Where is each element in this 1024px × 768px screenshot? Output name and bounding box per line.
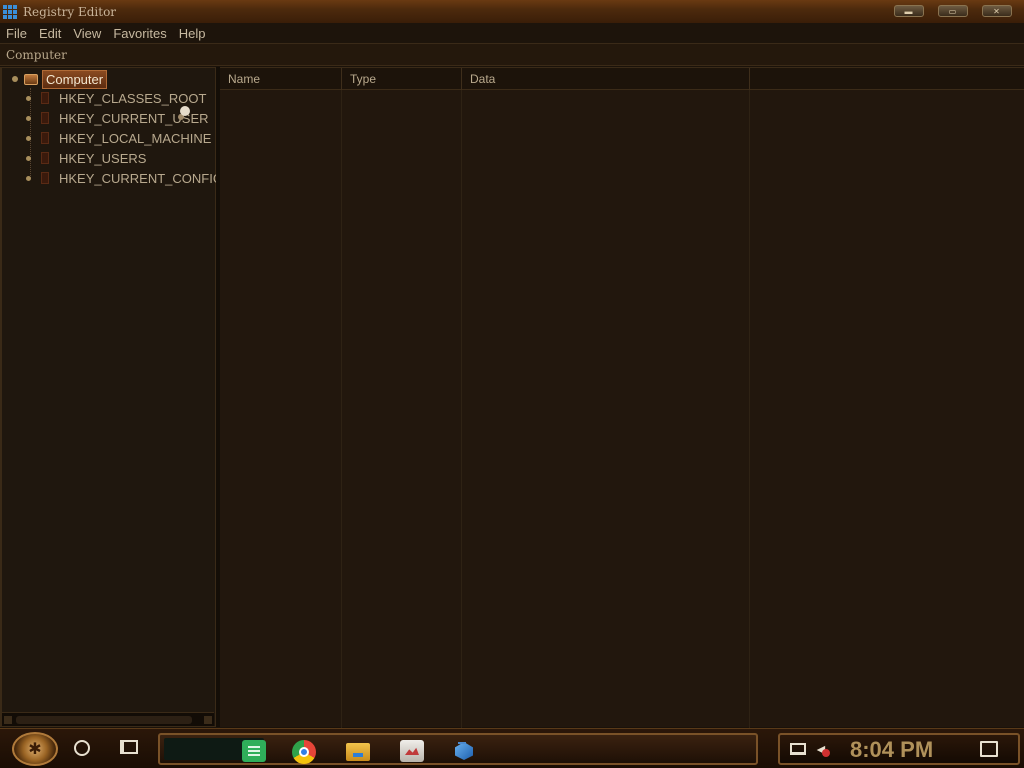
folder-icon — [41, 92, 49, 104]
column-header-data[interactable]: Data — [462, 68, 750, 90]
values-list-pane[interactable]: Name Type Data — [220, 67, 1024, 728]
tree-item-label: HKEY_USERS — [59, 150, 147, 166]
tree-item-computer[interactable]: Computer — [12, 69, 108, 89]
column-header-name[interactable]: Name — [220, 68, 342, 90]
tree-item-label: HKEY_LOCAL_MACHINE — [59, 130, 212, 146]
column-divider — [461, 90, 462, 728]
horizontal-scrollbar[interactable] — [2, 712, 214, 726]
folder-icon — [41, 112, 49, 124]
expand-icon[interactable] — [26, 175, 31, 181]
column-header-type[interactable]: Type — [342, 68, 462, 90]
address-path: Computer — [6, 47, 67, 62]
title-bar: Registry Editor ▬ ▭ ✕ — [0, 0, 1024, 23]
notes-icon[interactable] — [242, 740, 266, 762]
tree-item-label: Computer — [42, 69, 108, 89]
menu-help[interactable]: Help — [173, 26, 212, 41]
minimize-button[interactable]: ▬ — [894, 5, 924, 17]
tree-item-label: HKEY_CURRENT_CONFIG — [59, 170, 223, 186]
scroll-left-icon[interactable] — [4, 716, 12, 724]
notification-icon[interactable] — [980, 741, 998, 757]
menu-view[interactable]: View — [67, 26, 107, 41]
regedit-icon[interactable] — [452, 740, 476, 762]
taskbar-app-area — [158, 733, 758, 765]
menu-edit[interactable]: Edit — [33, 26, 67, 41]
registry-editor-icon — [3, 4, 17, 19]
tree-item-hkey-users[interactable]: HKEY_USERS — [26, 148, 146, 168]
menu-bar: File Edit View Favorites Help — [0, 23, 1024, 44]
scroll-right-icon[interactable] — [204, 716, 212, 724]
column-divider — [749, 90, 750, 728]
folder-icon — [41, 132, 49, 144]
tree-item-hkey-local-machine[interactable]: HKEY_LOCAL_MACHINE — [26, 128, 211, 148]
expand-icon[interactable] — [26, 155, 31, 161]
menu-favorites[interactable]: Favorites — [107, 26, 172, 41]
clock[interactable]: 8:04 PM — [850, 737, 933, 763]
start-gear-icon: ✱ — [28, 741, 42, 758]
network-icon[interactable] — [790, 743, 806, 755]
tree-item-hkey-classes-root[interactable]: HKEY_CLASSES_ROOT — [26, 88, 206, 108]
file-explorer-icon[interactable] — [346, 743, 370, 761]
menu-file[interactable]: File — [0, 26, 33, 41]
expand-icon[interactable] — [26, 135, 31, 141]
minimize-icon: ▬ — [904, 6, 914, 16]
mouse-cursor — [180, 106, 190, 116]
column-header-row: Name Type Data — [220, 68, 1024, 90]
system-tray: ◄ 8:04 PM — [778, 733, 1020, 765]
task-view-icon[interactable] — [120, 740, 140, 756]
tree-item-hkey-current-config[interactable]: HKEY_CURRENT_CONFIG — [26, 168, 223, 188]
performance-monitor-icon[interactable] — [400, 740, 424, 762]
taskbar: ✱ ◄ 8:04 PM — [0, 728, 1024, 768]
chrome-icon[interactable] — [292, 740, 316, 764]
scrollbar-thumb[interactable] — [16, 716, 192, 724]
expand-icon[interactable] — [26, 95, 31, 101]
search-circle-icon[interactable] — [74, 740, 90, 756]
computer-icon — [24, 73, 38, 85]
expand-icon[interactable] — [26, 115, 31, 121]
maximize-button[interactable]: ▭ — [938, 5, 968, 17]
folder-icon — [41, 152, 49, 164]
close-button[interactable]: ✕ — [982, 5, 1012, 17]
mute-badge-icon — [822, 749, 830, 757]
address-bar[interactable]: Computer — [0, 44, 1024, 66]
close-icon: ✕ — [993, 6, 1001, 16]
key-tree-pane[interactable]: Computer HKEY_CLASSES_ROOT HKEY_CURRENT_… — [0, 67, 223, 727]
tree-item-label: HKEY_CLASSES_ROOT — [59, 90, 207, 106]
collapse-icon[interactable] — [12, 76, 18, 82]
window-title: Registry Editor — [23, 4, 117, 19]
start-button[interactable]: ✱ — [12, 732, 58, 766]
folder-icon — [41, 172, 49, 184]
column-divider — [341, 90, 342, 728]
maximize-icon: ▭ — [948, 6, 958, 16]
